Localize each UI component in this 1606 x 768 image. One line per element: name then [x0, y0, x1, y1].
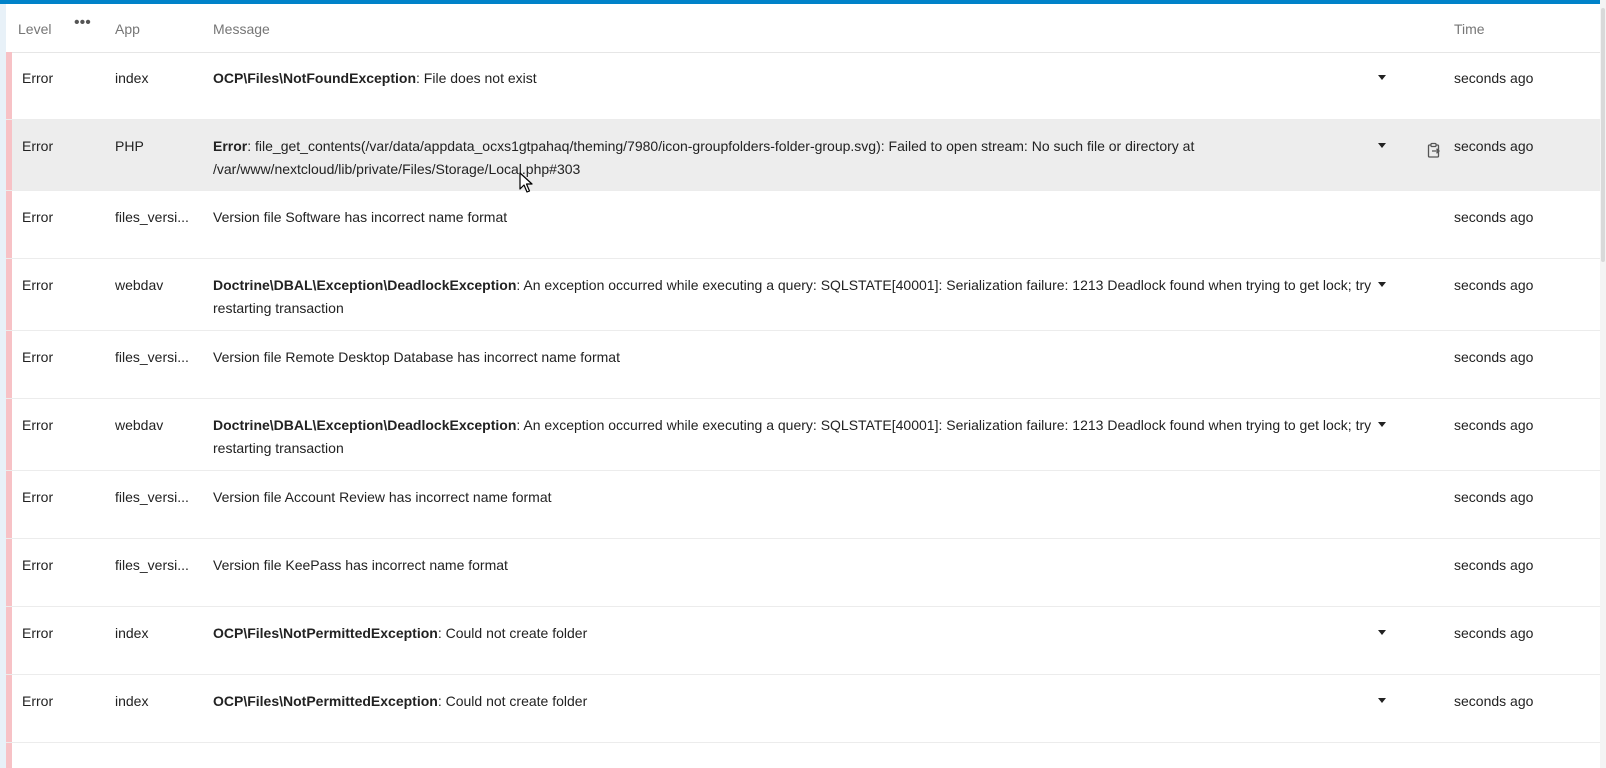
- caret-down-icon[interactable]: [1378, 630, 1386, 635]
- table-row[interactable]: Error files_versi... Version file KeePas…: [6, 539, 1600, 607]
- row-time: seconds ago: [1454, 693, 1534, 709]
- row-time: seconds ago: [1454, 557, 1534, 573]
- error-level-bar: [6, 539, 12, 606]
- row-level: Error: [22, 138, 54, 154]
- row-app: files_versi...: [115, 209, 189, 225]
- row-level: Error: [22, 557, 54, 573]
- row-level: Error: [22, 70, 54, 86]
- error-level-bar: [6, 191, 12, 258]
- row-time: seconds ago: [1454, 417, 1534, 433]
- row-message: Version file KeePass has incorrect name …: [213, 554, 1391, 577]
- error-level-bar: [6, 675, 12, 742]
- row-exception: OCP\Files\NotPermittedException: [213, 625, 438, 641]
- row-app: webdav: [115, 417, 164, 433]
- row-message: Version file Remote Desktop Database has…: [213, 346, 1391, 369]
- row-message: Error: file_get_contents(/var/data/appda…: [213, 135, 1391, 181]
- row-time: seconds ago: [1454, 138, 1534, 154]
- row-message-text: Version file Account Review has incorrec…: [213, 489, 552, 505]
- more-dots-icon[interactable]: •••: [74, 14, 91, 32]
- row-exception: Doctrine\DBAL\Exception\DeadlockExceptio…: [213, 417, 517, 433]
- header-time[interactable]: Time: [1454, 20, 1485, 38]
- row-level: Error: [22, 277, 54, 293]
- error-level-bar: [6, 399, 12, 470]
- row-message: OCP\Files\NotPermittedException: Could n…: [213, 690, 1391, 713]
- row-level: Error: [22, 625, 54, 641]
- row-app: files_versi...: [115, 489, 189, 505]
- scrollbar-thumb[interactable]: [1601, 8, 1605, 262]
- table-row[interactable]: Error index OCP\Files\NotPermittedExcept…: [6, 675, 1600, 743]
- table-row[interactable]: Error PHP Error: file_get_contents(/var/…: [6, 120, 1600, 191]
- row-app: index: [115, 693, 149, 709]
- row-app: index: [115, 625, 149, 641]
- row-level: Error: [22, 693, 54, 709]
- row-message-text: : Could not create folder: [437, 693, 588, 709]
- table-header: Level ••• App Message Time: [6, 4, 1600, 53]
- error-level-bar: [6, 259, 12, 330]
- caret-down-icon[interactable]: [1378, 143, 1386, 148]
- row-time: seconds ago: [1454, 625, 1534, 641]
- row-exception: OCP\Files\NotPermittedException: [213, 693, 438, 709]
- table-row[interactable]: Error webdav Doctrine\DBAL\Exception\Dea…: [6, 399, 1600, 471]
- row-message: Version file Account Review has incorrec…: [213, 486, 1391, 509]
- row-message-text: Version file Remote Desktop Database has…: [213, 349, 620, 365]
- error-level-bar: [6, 471, 12, 538]
- caret-down-icon[interactable]: [1378, 422, 1386, 427]
- row-message-text: : File does not exist: [416, 70, 537, 86]
- table-row[interactable]: Error index OCP\Files\NotPermittedExcept…: [6, 607, 1600, 675]
- table-row[interactable]: Error files_versi... Version file Softwa…: [6, 191, 1600, 259]
- table-row[interactable]: Error files_versi... Version file Remote…: [6, 331, 1600, 399]
- row-exception: Doctrine\DBAL\Exception\DeadlockExceptio…: [213, 277, 517, 293]
- row-app: files_versi...: [115, 349, 189, 365]
- error-level-bar: [6, 52, 12, 119]
- mouse-pointer-icon: [519, 172, 533, 193]
- table-row[interactable]: [6, 743, 1600, 768]
- row-exception: Error: [213, 138, 248, 154]
- caret-down-icon[interactable]: [1378, 698, 1386, 703]
- row-message: OCP\Files\NotFoundException: File does n…: [213, 67, 1391, 90]
- table-row[interactable]: Error index OCP\Files\NotFoundException:…: [6, 52, 1600, 120]
- row-message: Doctrine\DBAL\Exception\DeadlockExceptio…: [213, 414, 1391, 460]
- error-level-bar: [6, 120, 12, 190]
- row-message-text: Version file Software has incorrect name…: [213, 209, 508, 225]
- row-time: seconds ago: [1454, 277, 1534, 293]
- row-message-text: : file_get_contents(/var/data/appdata_oc…: [213, 138, 1195, 177]
- row-message: Version file Software has incorrect name…: [213, 206, 1391, 229]
- header-message[interactable]: Message: [213, 20, 270, 38]
- row-app: index: [115, 70, 149, 86]
- error-level-bar: [6, 743, 12, 768]
- row-app: webdav: [115, 277, 164, 293]
- log-table: Level ••• App Message Time Error index O…: [6, 4, 1600, 768]
- row-message-text: : Could not create folder: [437, 625, 588, 641]
- row-time: seconds ago: [1454, 209, 1534, 225]
- row-time: seconds ago: [1454, 70, 1534, 86]
- row-time: seconds ago: [1454, 489, 1534, 505]
- row-level: Error: [22, 209, 54, 225]
- row-level: Error: [22, 417, 54, 433]
- table-row[interactable]: Error webdav Doctrine\DBAL\Exception\Dea…: [6, 259, 1600, 331]
- header-level[interactable]: Level: [18, 20, 51, 38]
- row-app: PHP: [115, 138, 144, 154]
- row-level: Error: [22, 349, 54, 365]
- error-level-bar: [6, 331, 12, 398]
- table-row[interactable]: Error files_versi... Version file Accoun…: [6, 471, 1600, 539]
- header-app[interactable]: App: [115, 20, 140, 38]
- clipboard-copy-icon[interactable]: [1426, 142, 1442, 158]
- row-time: seconds ago: [1454, 349, 1534, 365]
- caret-down-icon[interactable]: [1378, 282, 1386, 287]
- row-level: Error: [22, 489, 54, 505]
- row-app: files_versi...: [115, 557, 189, 573]
- row-message: OCP\Files\NotPermittedException: Could n…: [213, 622, 1391, 645]
- error-level-bar: [6, 607, 12, 674]
- row-message: Doctrine\DBAL\Exception\DeadlockExceptio…: [213, 274, 1391, 320]
- row-exception: OCP\Files\NotFoundException: [213, 70, 417, 86]
- caret-down-icon[interactable]: [1378, 75, 1386, 80]
- row-message-text: Version file KeePass has incorrect name …: [213, 557, 508, 573]
